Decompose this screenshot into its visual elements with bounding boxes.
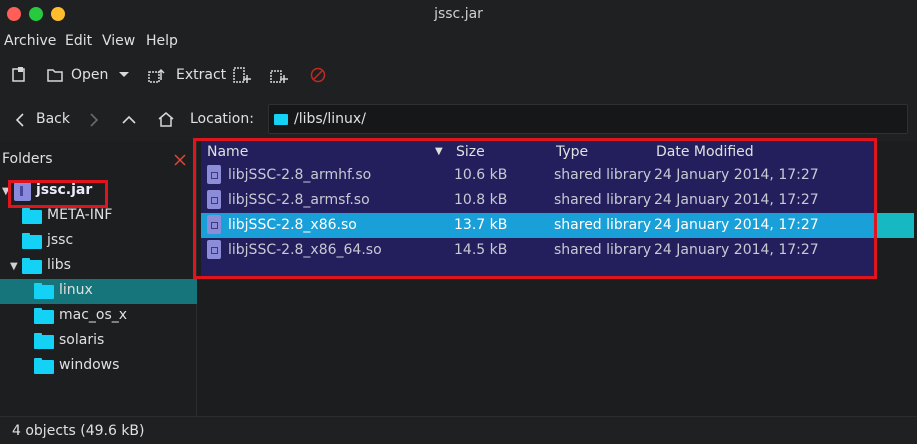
folder-icon xyxy=(34,308,54,324)
tree-item-windows[interactable]: windows xyxy=(0,354,197,379)
extract-label: Extract xyxy=(176,67,227,83)
tree-label: linux xyxy=(59,282,93,298)
back-label: Back xyxy=(36,111,70,127)
menu-bar: Archive Edit View Help xyxy=(0,29,917,53)
folder-icon xyxy=(22,233,42,249)
new-archive-icon[interactable] xyxy=(10,66,28,84)
tree-item-jssc[interactable]: jssc xyxy=(0,229,197,254)
window-title: jssc.jar xyxy=(434,6,483,22)
chevron-down-icon[interactable] xyxy=(118,68,130,80)
status-bar: 4 objects (49.6 kB) xyxy=(0,416,917,444)
chevron-left-icon xyxy=(15,113,24,127)
folder-icon xyxy=(22,208,42,224)
tree-item-libs[interactable]: ▼ libs xyxy=(0,254,197,279)
folder-open-icon xyxy=(47,69,63,82)
annotation-box-archive xyxy=(8,180,108,208)
location-label: Location: xyxy=(190,111,254,127)
title-bar: jssc.jar xyxy=(0,0,917,29)
menu-archive[interactable]: Archive xyxy=(4,33,56,49)
location-field[interactable]: /libs/linux/ xyxy=(268,104,908,134)
add-files-icon[interactable] xyxy=(233,66,251,84)
folder-icon xyxy=(274,113,288,125)
tree-label: solaris xyxy=(59,332,105,348)
location-path: /libs/linux/ xyxy=(294,111,366,127)
sidebar-title: Folders xyxy=(2,151,53,167)
folder-icon xyxy=(34,283,54,299)
add-folder-icon[interactable] xyxy=(270,66,288,84)
menu-help[interactable]: Help xyxy=(146,33,178,49)
stop-icon[interactable] xyxy=(309,66,327,84)
tree-item-mac-os-x[interactable]: mac_os_x xyxy=(0,304,197,329)
folder-icon xyxy=(22,258,42,274)
close-sidebar-icon[interactable] xyxy=(173,153,187,167)
extract-icon xyxy=(148,68,165,83)
folder-icon xyxy=(34,333,54,349)
selection-row-tail xyxy=(877,213,914,238)
tree-label: libs xyxy=(47,257,71,273)
menu-edit[interactable]: Edit xyxy=(65,33,92,49)
forward-icon[interactable] xyxy=(85,111,103,129)
folder-icon xyxy=(34,358,54,374)
tree-label: mac_os_x xyxy=(59,307,128,323)
open-label: Open xyxy=(71,67,109,83)
menu-view[interactable]: View xyxy=(102,33,135,49)
up-icon[interactable] xyxy=(120,111,138,129)
sidebar-header: Folders xyxy=(0,141,197,176)
toolbar: Open Extract xyxy=(0,53,917,99)
tree-label: jssc xyxy=(47,232,74,248)
navigation-bar: Back Location: /libs/linux/ xyxy=(0,99,917,141)
expand-arrow-icon[interactable]: ▼ xyxy=(10,261,18,272)
status-text: 4 objects (49.6 kB) xyxy=(12,423,145,439)
tree-item-solaris[interactable]: solaris xyxy=(0,329,197,354)
tree-item-linux[interactable]: linux xyxy=(0,279,197,304)
tree-label: windows xyxy=(59,357,120,373)
annotation-box-file-list xyxy=(193,138,877,279)
home-icon[interactable] xyxy=(157,110,175,128)
tree-label: META-INF xyxy=(47,207,113,223)
